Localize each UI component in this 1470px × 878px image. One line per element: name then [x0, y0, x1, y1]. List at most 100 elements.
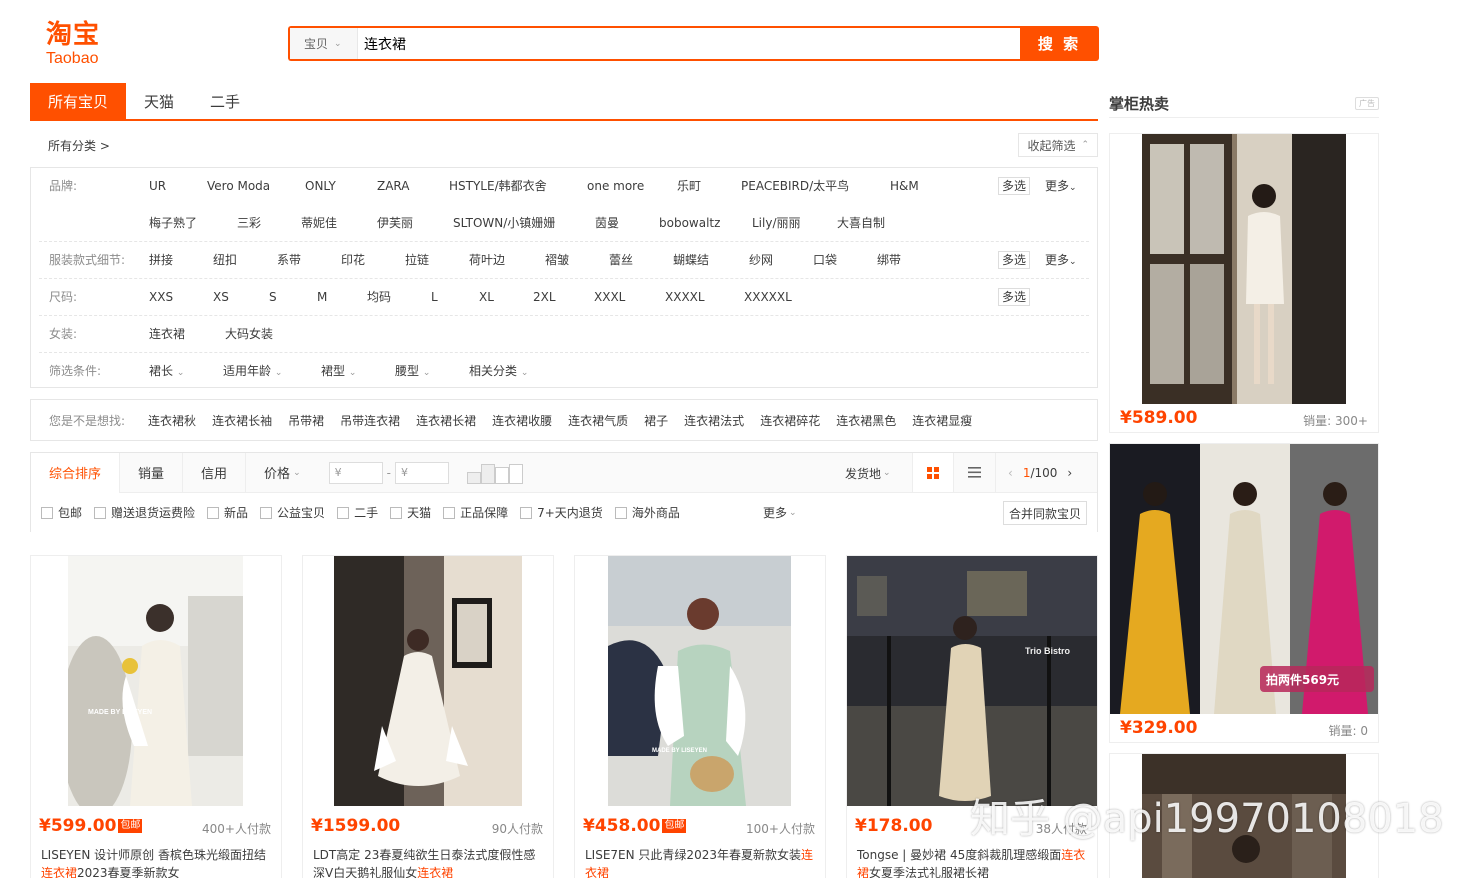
checkbox-return-insurance[interactable]: 赠送退货运费险	[94, 504, 195, 521]
tab-all[interactable]: 所有宝贝	[30, 83, 127, 119]
search-button[interactable]: 搜 索	[1020, 26, 1099, 61]
checkbox-free-shipping[interactable]: 包邮	[41, 504, 82, 521]
product-title[interactable]: LDT高定 23春夏纯欲生日泰法式度假性感深V白天鹅礼服仙女连衣裙	[313, 846, 545, 878]
suggest-link[interactable]: 连衣裙收腰	[492, 412, 552, 429]
suggest-link[interactable]: 吊带连衣裙	[340, 412, 400, 429]
brand-option[interactable]: PEACEBIRD/太平鸟	[741, 168, 849, 205]
suggest-link[interactable]: 连衣裙黑色	[836, 412, 896, 429]
side-product-image[interactable]: 拍两件569元	[1110, 444, 1378, 714]
size-option[interactable]: XXXXL	[665, 279, 705, 316]
detail-option[interactable]: 蕾丝	[609, 242, 633, 279]
size-option[interactable]: XL	[479, 279, 494, 316]
taobao-logo[interactable]: 淘宝 Taobao	[46, 20, 118, 68]
side-product-card[interactable]: 拍两件569元 ¥329.00 销量: 0	[1109, 443, 1379, 743]
condition-dropdown[interactable]: 相关分类 ⌄	[469, 353, 528, 392]
sort-sales[interactable]: 销量	[120, 452, 184, 493]
sort-credit[interactable]: 信用	[183, 452, 247, 493]
suggest-link[interactable]: 连衣裙碎花	[760, 412, 820, 429]
brand-option[interactable]: HSTYLE/韩都衣舍	[449, 168, 547, 205]
detail-option[interactable]: 系带	[277, 242, 301, 279]
brand-option[interactable]: one more	[587, 168, 644, 205]
product-title[interactable]: Tongse | 曼妙裙 45度斜裁肌理感缎面连衣裙女夏季法式礼服裙长裙	[857, 846, 1089, 878]
collapse-filter-button[interactable]: 收起筛选 ⌃	[1018, 133, 1098, 157]
price-distribution-icon[interactable]	[466, 462, 523, 484]
condition-dropdown[interactable]: 裙长 ⌄	[149, 353, 184, 392]
checkbox-7day-return[interactable]: 7+天内退货	[520, 504, 603, 521]
brand-option[interactable]: 蒂妮佳	[301, 205, 337, 242]
brand-option[interactable]: SLTOWN/小镇姗姗	[453, 205, 555, 242]
women-option[interactable]: 大码女装	[225, 316, 273, 353]
brand-option[interactable]: Lily/丽丽	[752, 205, 801, 242]
brand-option[interactable]: ZARA	[377, 168, 410, 205]
sort-default[interactable]: 综合排序	[31, 452, 121, 493]
grid-view-button[interactable]	[912, 453, 954, 492]
suggest-link[interactable]: 吊带裙	[288, 412, 324, 429]
detail-option[interactable]: 绑带	[877, 242, 901, 279]
product-title[interactable]: LISEYEN 设计师原创 香槟色珠光缎面扭结连衣裙2023春夏季新款女	[41, 846, 273, 878]
detail-option[interactable]: 荷叶边	[469, 242, 505, 279]
detail-option[interactable]: 纱网	[749, 242, 773, 279]
ship-from-dropdown[interactable]: 发货地 ⌄	[845, 453, 891, 493]
product-image[interactable]: Trio Bistro	[847, 556, 1097, 806]
product-card[interactable]: ¥1599.00 90人付款 LDT高定 23春夏纯欲生日泰法式度假性感深V白天…	[302, 555, 554, 878]
search-type-select[interactable]: 宝贝 ⌄	[290, 28, 358, 59]
size-option[interactable]: 均码	[367, 279, 391, 316]
checkbox-secondhand[interactable]: 二手	[337, 504, 378, 521]
brand-option[interactable]: 梅子熟了	[149, 205, 197, 242]
detail-option[interactable]: 蝴蝶结	[673, 242, 709, 279]
brand-option[interactable]: bobowaltz	[659, 205, 720, 242]
checkbox-new[interactable]: 新品	[207, 504, 248, 521]
brand-option[interactable]: UR	[149, 168, 166, 205]
brand-option[interactable]: ONLY	[305, 168, 336, 205]
brand-option[interactable]: 三彩	[237, 205, 261, 242]
suggest-link[interactable]: 连衣裙长袖	[212, 412, 272, 429]
detail-option[interactable]: 拼接	[149, 242, 173, 279]
size-option[interactable]: XXS	[149, 279, 173, 316]
next-page-icon[interactable]: ›	[1067, 466, 1072, 480]
condition-dropdown[interactable]: 裙型 ⌄	[321, 353, 356, 392]
size-option[interactable]: XXXL	[594, 279, 625, 316]
brand-option[interactable]: 伊芙丽	[377, 205, 413, 242]
tab-secondhand[interactable]: 二手	[192, 83, 258, 119]
checkbox-tmall[interactable]: 天猫	[390, 504, 431, 521]
product-card[interactable]: MADE BY LISEYEN ¥458.00 包邮 100+人付款 LISE7E…	[574, 555, 826, 878]
multi-select-button[interactable]: 多选	[998, 288, 1031, 306]
list-view-button[interactable]	[954, 453, 996, 492]
breadcrumb[interactable]: 所有分类 >	[48, 137, 110, 154]
checkbox-overseas[interactable]: 海外商品	[614, 504, 680, 521]
product-image[interactable]	[334, 556, 522, 806]
brand-option[interactable]: 乐町	[677, 168, 701, 205]
side-product-image[interactable]	[1142, 134, 1346, 404]
side-product-card[interactable]: ¥589.00 销量: 300+	[1109, 133, 1379, 433]
size-option[interactable]: S	[269, 279, 277, 316]
suggest-link[interactable]: 连衣裙显瘦	[912, 412, 972, 429]
detail-option[interactable]: 印花	[341, 242, 365, 279]
multi-select-button[interactable]: 多选	[998, 177, 1031, 195]
price-max-input[interactable]: ¥	[394, 461, 449, 484]
women-option[interactable]: 连衣裙	[149, 316, 185, 353]
size-option[interactable]: 2XL	[533, 279, 556, 316]
price-min-input[interactable]: ¥	[328, 461, 383, 484]
suggest-link[interactable]: 连衣裙法式	[684, 412, 744, 429]
tab-tmall[interactable]: 天猫	[126, 83, 192, 119]
size-option[interactable]: XXXXXL	[744, 279, 792, 316]
more-brands-button[interactable]: 更多⌄	[1045, 168, 1077, 207]
size-option[interactable]: M	[317, 279, 327, 316]
size-option[interactable]: L	[431, 279, 438, 316]
checkbox-charity[interactable]: 公益宝贝	[260, 504, 325, 521]
product-image[interactable]: MADE BY LISEYEN	[608, 556, 791, 806]
suggest-link[interactable]: 裙子	[644, 412, 668, 429]
search-input[interactable]	[358, 28, 1020, 59]
size-option[interactable]: XS	[213, 279, 229, 316]
more-details-button[interactable]: 更多⌄	[1045, 242, 1077, 281]
detail-option[interactable]: 拉链	[405, 242, 429, 279]
brand-option[interactable]: H&M	[890, 168, 919, 205]
detail-option[interactable]: 褶皱	[545, 242, 569, 279]
suggest-link[interactable]: 连衣裙长裙	[416, 412, 476, 429]
brand-option[interactable]: 大喜自制	[837, 205, 885, 242]
merge-same-button[interactable]: 合并同款宝贝	[1003, 501, 1088, 525]
more-options-button[interactable]: 更多 ⌄	[763, 493, 797, 532]
product-image[interactable]: MADE BY LISEYEN	[68, 556, 243, 806]
detail-option[interactable]: 口袋	[813, 242, 837, 279]
condition-dropdown[interactable]: 适用年龄 ⌄	[223, 353, 282, 392]
